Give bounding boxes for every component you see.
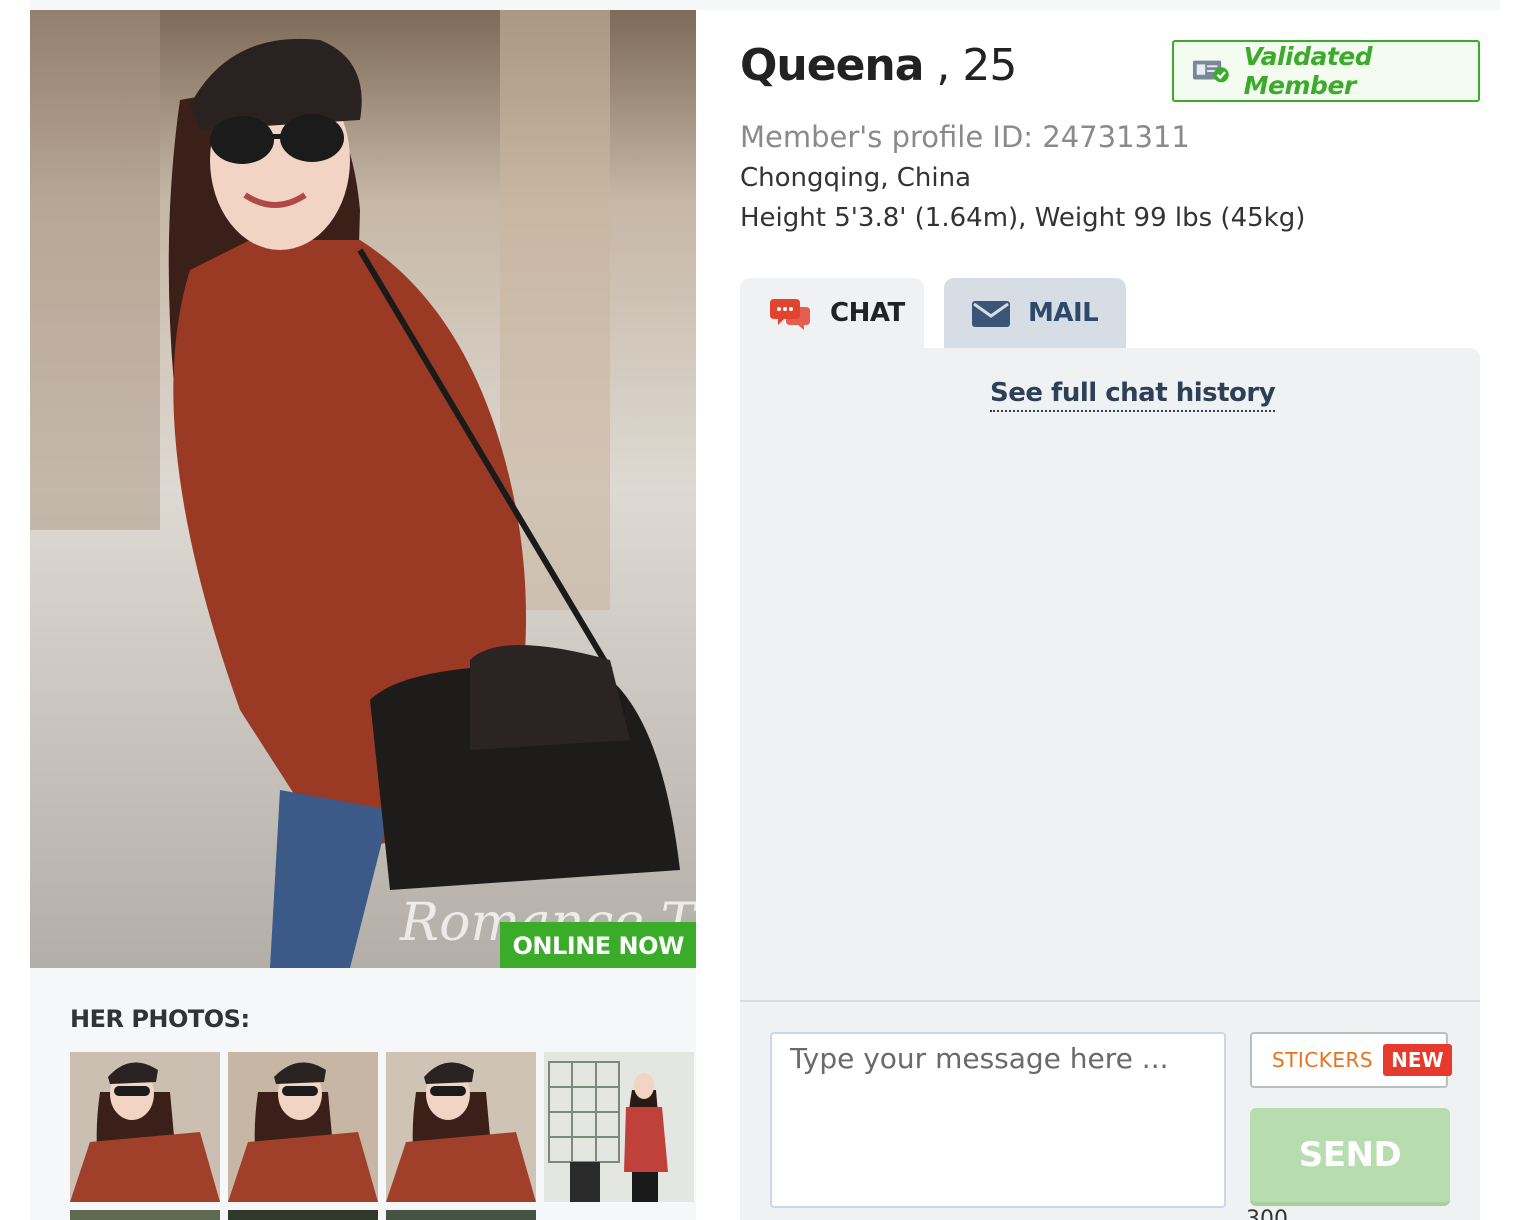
photo-thumbnail[interactable] [544,1052,694,1202]
stickers-button[interactable]: STICKERS NEW [1250,1032,1452,1088]
top-strip [30,0,1500,10]
photo-thumbnail[interactable] [70,1210,220,1220]
validated-member-badge[interactable]: Validated Member [1172,40,1480,102]
send-button[interactable]: SEND [1250,1108,1450,1206]
photo-thumbnail[interactable] [228,1210,378,1220]
message-input[interactable] [770,1032,1226,1208]
new-badge: NEW [1383,1044,1452,1076]
profile-age: , 25 [923,40,1017,91]
profile-name-age: Queena , 25 [740,40,1017,91]
online-now-badge: ONLINE NOW [500,922,696,968]
photo-illustration: Romance Tale [30,10,696,968]
id-card-check-icon [1192,60,1229,83]
photo-thumbnail[interactable] [386,1052,536,1202]
photo-thumbnail[interactable] [70,1052,220,1202]
member-profile-id: Member's profile ID: 24731311 [740,120,1190,154]
chat-messages-panel [740,348,1480,1000]
her-photos-title: HER PHOTOS: [70,1005,250,1033]
tab-chat-label: CHAT [830,298,905,328]
envelope-icon [972,301,1010,327]
member-height-weight: Height 5'3.8' (1.64m), Weight 99 lbs (45… [740,203,1306,233]
profile-name: Queena [740,40,924,91]
stickers-label: STICKERS [1272,1048,1374,1072]
validated-member-label: Validated Member [1243,42,1373,100]
tab-mail[interactable]: MAIL [944,278,1126,348]
tab-chat[interactable]: CHAT [740,278,924,348]
character-counter: 300 [1246,1207,1288,1220]
see-full-chat-history-link[interactable]: See full chat history [990,378,1276,412]
tab-mail-label: MAIL [1028,298,1099,328]
chat-bubbles-icon [770,299,810,330]
member-location: Chongqing, China [740,163,972,193]
photo-thumbnail[interactable] [386,1210,536,1220]
photo-thumbnail[interactable] [228,1052,378,1202]
main-profile-photo[interactable]: Romance Tale ONLINE NOW [30,10,696,968]
